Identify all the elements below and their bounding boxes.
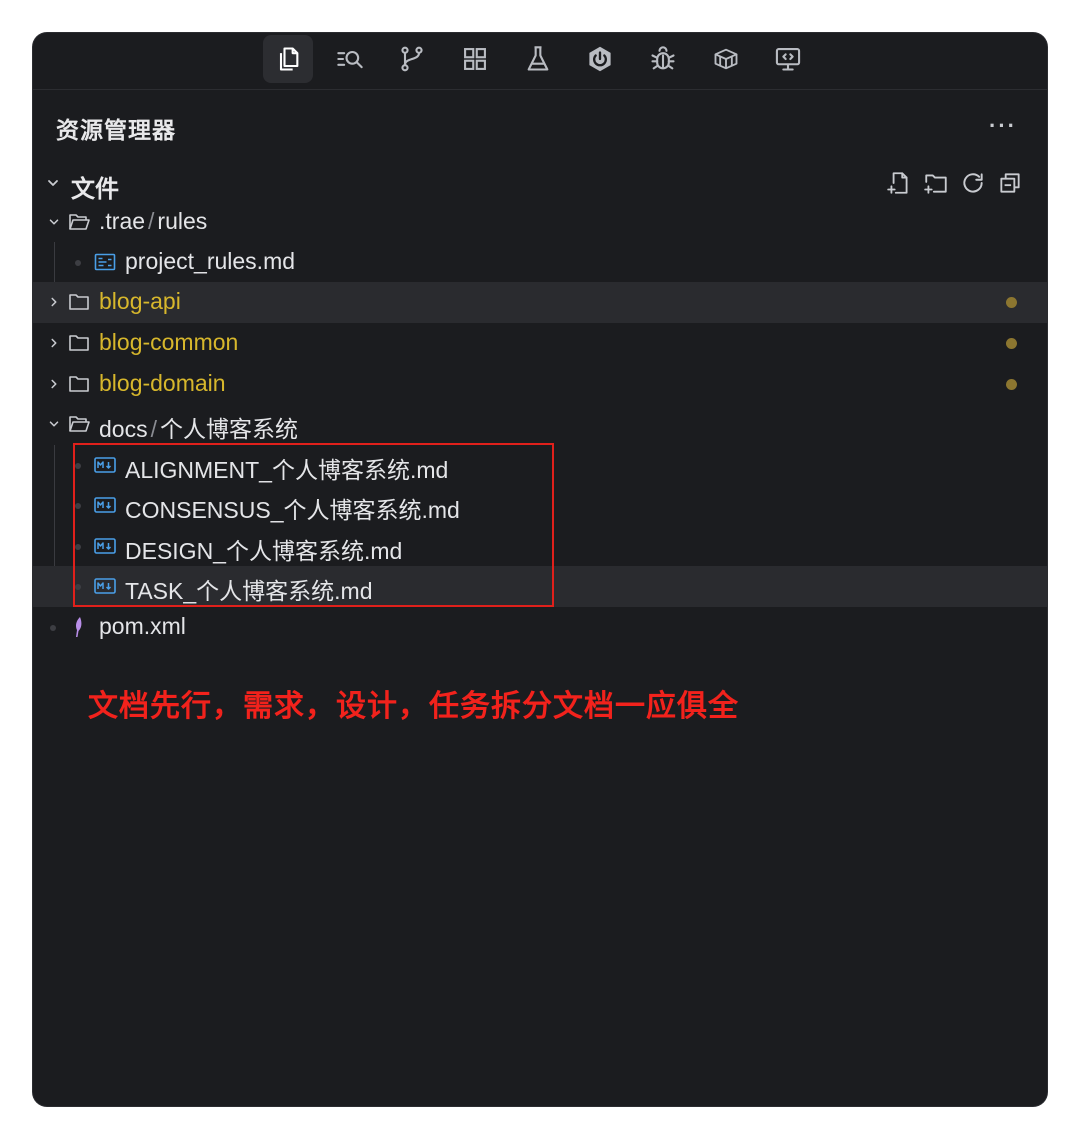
explorer-window: 资源管理器 ··· 文件 .trae / rules project_rules.m… <box>33 33 1047 1106</box>
maven-feather-icon <box>76 617 82 637</box>
rules-file-icon <box>94 253 116 271</box>
files-icon[interactable] <box>263 35 313 83</box>
search-icon[interactable] <box>325 35 375 83</box>
tree-item-label: CONSENSUS_个人博客系统.md <box>125 497 460 523</box>
tree-file-alignment[interactable]: ALIGNMENT_个人博客系统.md <box>33 445 1047 486</box>
chevron-right-icon <box>51 297 57 307</box>
extensions-icon[interactable] <box>450 35 500 83</box>
markdown-icon <box>94 538 116 554</box>
tree-item-label: ALIGNMENT_个人博客系统.md <box>125 457 449 483</box>
markdown-icon <box>94 457 116 473</box>
tree-folder-blog-common[interactable]: blog-common <box>33 323 1047 364</box>
chevron-down-icon <box>49 421 59 427</box>
chevron-right-icon <box>51 338 57 348</box>
section-header-files[interactable]: 文件 <box>33 165 1047 203</box>
more-actions-button[interactable]: ··· <box>989 113 1017 139</box>
chevron-down-icon <box>49 219 59 225</box>
folder-icon <box>69 376 89 392</box>
activity-bar <box>33 33 1047 90</box>
new-folder-icon[interactable] <box>921 168 951 198</box>
tree-folder-docs[interactable]: docs / 个人博客系统 <box>33 404 1047 445</box>
tree-file-task[interactable]: TASK_个人博客系统.md <box>33 566 1047 607</box>
tree-item-label: blog-common <box>99 329 239 355</box>
tree-bullet <box>75 260 81 266</box>
tree-bullet <box>50 625 56 631</box>
markdown-icon <box>94 497 116 513</box>
tree-bullet <box>75 584 81 590</box>
container-icon[interactable] <box>701 35 751 83</box>
markdown-icon <box>94 578 116 594</box>
tree-folder-blog-domain[interactable]: blog-domain <box>33 364 1047 405</box>
tree-bullet <box>75 463 81 469</box>
tree-bullet <box>75 503 81 509</box>
chevron-down-icon <box>48 180 58 186</box>
annotation-text: 文档先行，需求，设计，任务拆分文档一应俱全 <box>88 690 739 723</box>
debug-icon[interactable] <box>638 35 688 83</box>
folder-icon <box>69 335 89 351</box>
remote-explorer-icon[interactable] <box>763 35 813 83</box>
modified-indicator <box>1006 338 1017 349</box>
tree-item-label: docs / 个人博客系统 <box>99 416 298 442</box>
refresh-icon[interactable] <box>958 168 988 198</box>
tree-file-consensus[interactable]: CONSENSUS_个人博客系统.md <box>33 485 1047 526</box>
spring-boot-icon[interactable] <box>575 35 625 83</box>
tree-file-design[interactable]: DESIGN_个人博客系统.md <box>33 526 1047 567</box>
tree-folder-trae-rules[interactable]: .trae / rules <box>33 202 1047 243</box>
source-control-icon[interactable] <box>387 35 437 83</box>
tree-bullet <box>75 544 81 550</box>
tree-item-label: DESIGN_个人博客系统.md <box>125 538 403 564</box>
section-label: 文件 <box>71 176 119 203</box>
tree-file-project-rules[interactable]: project_rules.md <box>33 242 1047 283</box>
tree-item-label: .trae / rules <box>99 208 208 234</box>
testing-icon[interactable] <box>513 35 563 83</box>
folder-open-icon <box>69 416 90 432</box>
tree-item-label: pom.xml <box>99 613 186 639</box>
tree-item-label: TASK_个人博客系统.md <box>125 578 373 604</box>
tree-item-label: project_rules.md <box>125 248 296 274</box>
tree-file-pom[interactable]: pom.xml <box>33 607 1047 648</box>
modified-indicator <box>1006 297 1017 308</box>
tree-folder-blog-api[interactable]: blog-api <box>33 282 1047 323</box>
chevron-right-icon <box>51 379 57 389</box>
folder-icon <box>69 294 89 310</box>
panel-title: 资源管理器 <box>56 117 176 143</box>
new-file-icon[interactable] <box>884 168 914 198</box>
collapse-all-icon[interactable] <box>995 168 1025 198</box>
tree-item-label: blog-domain <box>99 370 226 396</box>
folder-open-icon <box>69 214 90 230</box>
modified-indicator <box>1006 379 1017 390</box>
tree-item-label: blog-api <box>99 288 181 314</box>
